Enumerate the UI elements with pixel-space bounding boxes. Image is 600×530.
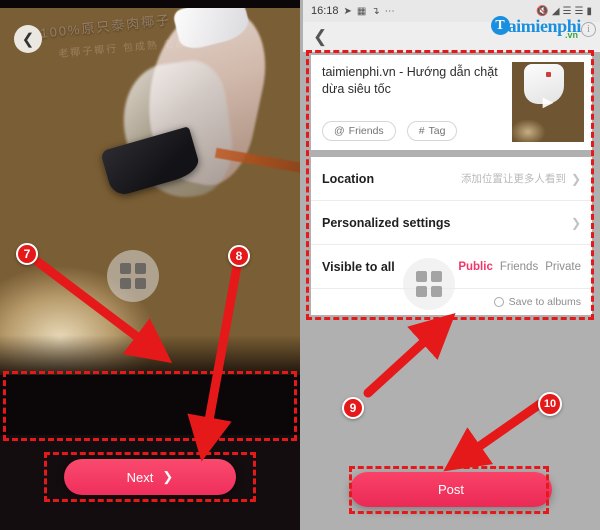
left-phone-screen: 100%原只泰肉椰子 老椰子椰行 包成熟 老品保证 ❮ Next ❯ <box>0 0 300 530</box>
radio-unchecked-icon[interactable] <box>493 297 504 307</box>
post-button[interactable]: Post <box>350 472 552 507</box>
row-label: Location <box>322 171 375 186</box>
chevron-right-icon: ❯ <box>570 215 581 230</box>
post-button-label: Post <box>437 482 464 497</box>
back-button-right[interactable]: ❮ <box>313 27 327 47</box>
video-thumbnail[interactable]: ▶ <box>512 62 584 142</box>
video-bottom-scrim <box>0 335 300 375</box>
callout-7: 7 <box>16 243 38 265</box>
compose-chips: @ Friends # Tag <box>322 121 458 141</box>
grid-four-squares-icon-right <box>403 258 455 310</box>
video-preview[interactable]: 100%原只泰肉椰子 老椰子椰行 包成熟 老品保证 <box>0 8 300 375</box>
hashtag-icon: # <box>418 125 425 137</box>
signal-1-icon: ☰ <box>562 5 572 17</box>
callout-9: 9 <box>342 397 364 419</box>
save-to-albums-label: Save to albums <box>508 296 581 308</box>
location-hint: 添加位置让更多人看到 <box>460 173 566 185</box>
image-icon: ▦ <box>356 5 367 17</box>
next-button-label: Next <box>126 469 154 485</box>
back-button-left[interactable]: ❮ <box>14 25 42 53</box>
compose-card: taimienphi.vn - Hướng dẫn chặt dừa siêu … <box>311 55 592 150</box>
row-location[interactable]: Location 添加位置让更多人看到 ❯ <box>311 157 592 201</box>
at-mention-icon: @ <box>334 125 345 137</box>
caption-input[interactable]: taimienphi.vn - Hướng dẫn chặt dừa siêu … <box>322 64 507 98</box>
callout-8: 8 <box>228 245 250 267</box>
battery-icon: ▮ <box>586 5 592 17</box>
chevron-right-icon: ❯ <box>570 171 581 186</box>
play-triangle-icon: ▶ <box>542 93 554 110</box>
visibility-option-private[interactable]: Private <box>545 261 581 273</box>
next-button[interactable]: Next ❯ <box>64 459 236 495</box>
grid-four-squares-icon <box>107 250 159 302</box>
more-dots-icon: ⋯ <box>384 5 395 17</box>
site-watermark: T aimienphi .vn i <box>490 16 596 40</box>
download-icon: ↴ <box>371 5 380 17</box>
row-label: Personalized settings <box>322 215 451 230</box>
chevron-right-icon: ❯ <box>162 469 174 484</box>
wifi-icon: ◢ <box>551 5 560 17</box>
row-label: Visible to all <box>322 259 395 274</box>
right-phone-screen: 16:18 ➤ ▦ ↴ ⋯ 🔇 ◢ ☰ ☰ ▮ ❮ T aimienphi .v… <box>303 0 600 530</box>
visibility-option-public[interactable]: Public <box>458 261 493 273</box>
status-time: 16:18 <box>311 5 339 17</box>
chip-label: Tag <box>428 125 446 137</box>
info-circle-icon[interactable]: i <box>581 22 596 37</box>
watermark-suffix: .vn <box>564 30 578 40</box>
decor-thumb-logo <box>546 72 551 77</box>
tag-chip[interactable]: # Tag <box>406 121 458 141</box>
row-personalized-settings[interactable]: Personalized settings ❯ <box>311 201 592 245</box>
chip-label: Friends <box>348 125 384 137</box>
editor-toolbar-clip: Beautify ♫ Music Cover T <box>0 377 300 435</box>
friends-chip[interactable]: @ Friends <box>322 121 396 141</box>
callout-10: 10 <box>538 392 562 416</box>
signal-2-icon: ☰ <box>574 5 584 17</box>
screenshot-canvas: 100%原只泰肉椰子 老椰子椰行 包成熟 老品保证 ❮ Next ❯ 16:18… <box>0 0 600 530</box>
visibility-option-friends[interactable]: Friends <box>500 261 538 273</box>
mute-icon: 🔇 <box>536 5 549 17</box>
signal-arrow-icon: ➤ <box>343 5 352 17</box>
